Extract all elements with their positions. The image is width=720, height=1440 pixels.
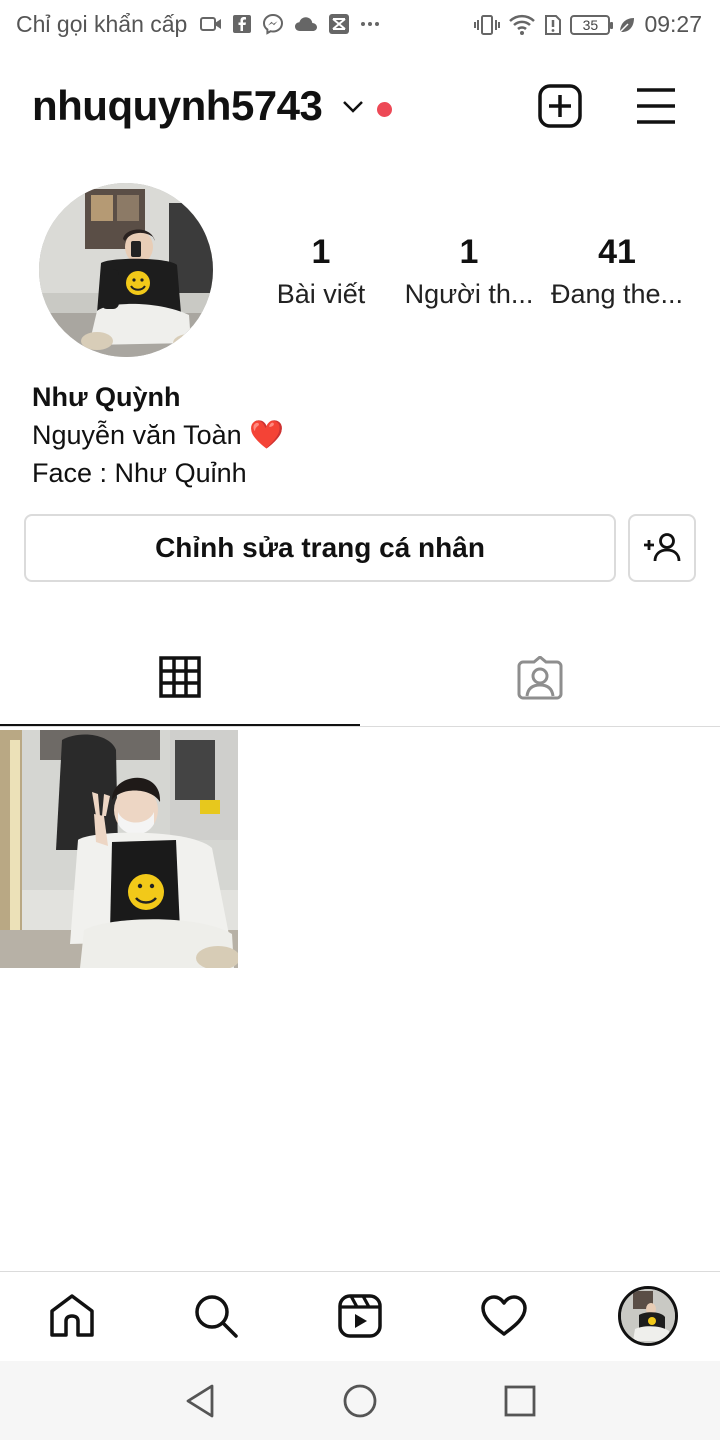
nav-reels-button[interactable] — [330, 1286, 390, 1346]
menu-button[interactable] — [630, 80, 682, 132]
avatar-photo — [39, 183, 213, 357]
nav-activity-button[interactable] — [474, 1286, 534, 1346]
hamburger-menu-icon — [637, 88, 675, 124]
posts-count-label: Bài viết — [276, 279, 366, 309]
following-count[interactable]: 41 Đang the... — [542, 232, 692, 312]
wifi-icon — [509, 14, 536, 35]
bio-line-1-text: Nguyễn văn Toàn — [32, 420, 242, 450]
followers-count-value: 1 — [459, 233, 479, 271]
bottom-navigation — [0, 1271, 720, 1361]
tab-posts-grid[interactable] — [0, 630, 360, 726]
profile-header: nhuquynh5743 — [0, 64, 720, 148]
add-person-icon — [644, 533, 681, 562]
system-recents-button[interactable] — [500, 1381, 540, 1421]
system-navigation-bar — [0, 1361, 720, 1440]
edit-profile-button[interactable]: Chỉnh sửa trang cá nhân — [24, 514, 616, 582]
bio-line: Nguyễn văn Toàn ❤️ — [32, 416, 692, 454]
battery-icon: 35 — [570, 14, 614, 35]
vibrate-icon — [474, 14, 501, 35]
home-circle-icon — [343, 1384, 377, 1418]
sim-alert-icon — [545, 14, 562, 35]
leaf-icon — [619, 17, 635, 33]
avatar-photo-small — [621, 1289, 675, 1343]
discover-people-button[interactable] — [628, 514, 696, 582]
following-count-label: Đang the... — [550, 279, 684, 309]
following-count-value: 41 — [598, 233, 636, 271]
posts-count[interactable]: 1 Bài viết — [246, 232, 396, 312]
video-call-icon — [200, 17, 221, 31]
system-status-icons: 35 09:27 — [474, 11, 702, 38]
display-name: Như Quỳnh — [32, 382, 181, 412]
followers-count-label: Người th... — [404, 279, 534, 309]
bio-line: Face : Như Quỉnh — [32, 458, 247, 488]
carrier-text: Chỉ gọi khẩn cấp — [16, 11, 188, 37]
clock: 09:27 — [644, 11, 702, 37]
chevron-down-icon[interactable] — [342, 100, 364, 114]
plus-square-icon — [538, 84, 582, 128]
recents-icon — [504, 1385, 536, 1417]
grid-icon — [159, 656, 201, 698]
profile-bio: Như Quỳnh Nguyễn văn Toàn ❤️ Face : Như … — [32, 378, 692, 492]
username-switcher[interactable]: nhuquynh5743 — [32, 82, 323, 130]
followers-count[interactable]: 1 Người th... — [394, 232, 544, 312]
tab-tagged[interactable] — [360, 630, 720, 726]
post-photo — [0, 730, 238, 968]
back-icon — [186, 1384, 214, 1418]
battery-level: 35 — [582, 16, 599, 33]
heart-emoji: ❤️ — [249, 419, 285, 450]
nav-profile-button[interactable] — [618, 1286, 678, 1346]
posts-count-value: 1 — [311, 233, 331, 271]
system-back-button[interactable] — [180, 1381, 220, 1421]
cloud-icon — [295, 17, 317, 31]
nav-home-button[interactable] — [42, 1286, 102, 1346]
post-thumbnail[interactable] — [0, 730, 238, 968]
heart-icon — [481, 1295, 527, 1336]
notification-icons — [200, 13, 380, 35]
tagged-person-icon — [517, 656, 563, 700]
status-bar: Chỉ gọi khẩn cấp 35 09:27 — [0, 0, 720, 52]
system-home-button[interactable] — [340, 1381, 380, 1421]
create-post-button[interactable] — [534, 80, 586, 132]
messenger-icon — [262, 13, 284, 35]
home-icon — [50, 1294, 94, 1337]
more-dots-icon — [361, 22, 379, 26]
facebook-icon — [233, 15, 251, 33]
profile-avatar[interactable] — [39, 183, 213, 357]
capcut-icon — [329, 14, 349, 34]
nav-search-button[interactable] — [186, 1286, 246, 1346]
profile-avatar-small — [618, 1286, 678, 1346]
unread-dot — [377, 102, 392, 117]
search-icon — [195, 1295, 238, 1338]
reels-icon — [338, 1294, 382, 1338]
profile-tabs — [0, 630, 720, 727]
